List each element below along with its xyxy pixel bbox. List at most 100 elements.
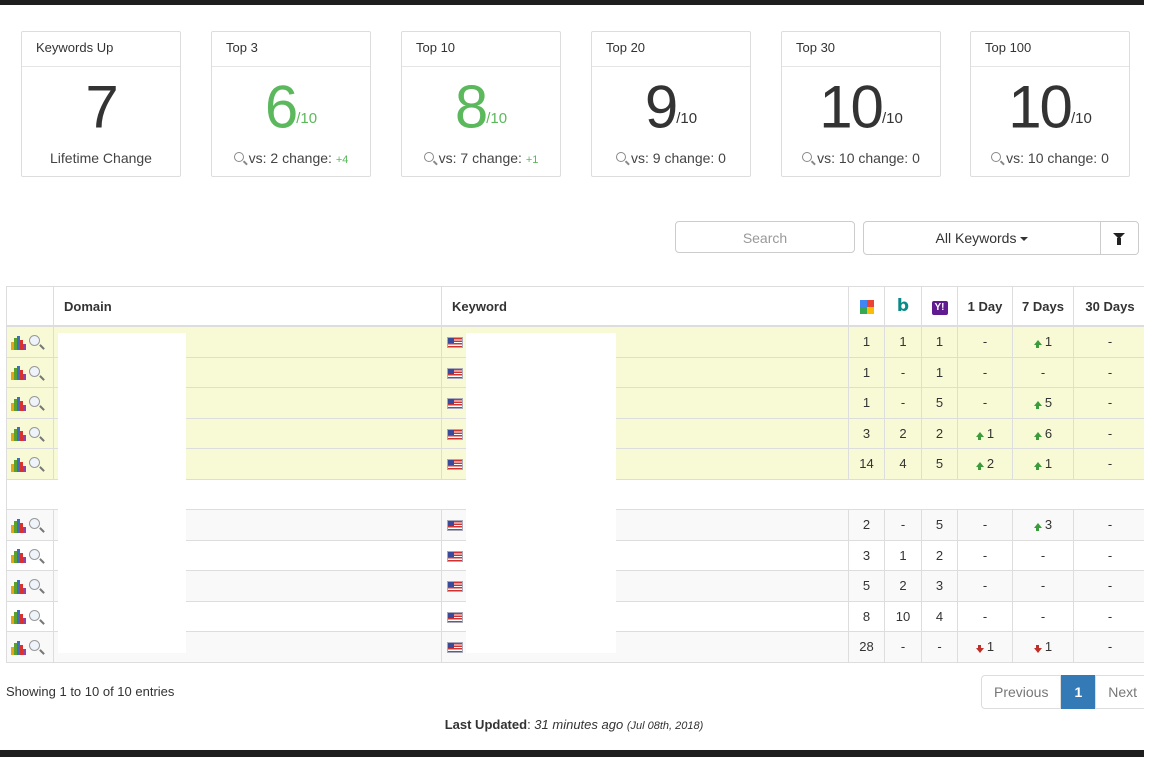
search-icon[interactable] xyxy=(29,457,40,469)
stat-card-denominator: /10 xyxy=(881,110,903,127)
chart-icon[interactable] xyxy=(11,610,27,625)
change-1day-value: 1 xyxy=(986,425,995,441)
search-icon[interactable] xyxy=(29,579,40,591)
last-updated-ago: 31 minutes ago xyxy=(534,717,624,732)
chart-icon[interactable] xyxy=(11,427,27,442)
header-google[interactable] xyxy=(848,286,885,327)
search-icon[interactable] xyxy=(29,365,40,377)
stat-card: Top 30 10/10 vs: 10 change: 0 xyxy=(781,31,941,177)
stat-card-change: +1 xyxy=(525,154,539,166)
arrow-up-icon xyxy=(1033,462,1042,471)
stat-card-value: 9 xyxy=(644,73,678,141)
google-rank: 3 xyxy=(848,417,885,449)
bing-rank: - xyxy=(884,631,922,663)
change-7days-value: 6 xyxy=(1044,425,1053,441)
chart-icon[interactable] xyxy=(11,335,27,350)
chart-icon[interactable] xyxy=(11,549,27,564)
caret-down-icon xyxy=(1020,237,1029,242)
arrow-down-icon xyxy=(1033,645,1042,654)
change-7days: - xyxy=(1012,570,1074,602)
search-icon[interactable] xyxy=(29,640,40,652)
google-rank: 8 xyxy=(848,600,885,632)
search-icon[interactable] xyxy=(29,426,40,438)
change-7days: 3 xyxy=(1012,509,1074,541)
arrow-up-icon xyxy=(1033,401,1042,410)
yahoo-rank: 4 xyxy=(921,600,958,632)
stat-card-value-wrap: 6/10 xyxy=(212,67,370,145)
stat-card-footer: Lifetime Change xyxy=(22,145,180,175)
change-7days: 1 xyxy=(1012,325,1074,358)
next-button[interactable]: Next xyxy=(1095,675,1151,709)
header-1day[interactable]: 1 Day xyxy=(957,286,1013,327)
us-flag-icon xyxy=(447,459,463,471)
us-flag-icon xyxy=(447,428,463,440)
search-icon[interactable] xyxy=(29,548,40,560)
search-icon[interactable] xyxy=(29,396,40,408)
search-input[interactable]: Search xyxy=(675,221,855,253)
chart-icon[interactable] xyxy=(11,579,27,594)
chart-icon[interactable] xyxy=(11,396,27,411)
chart-icon[interactable] xyxy=(11,518,27,533)
yahoo-rank: 5 xyxy=(921,509,958,541)
header-keyword[interactable]: Keyword xyxy=(441,286,849,327)
change-30days: - xyxy=(1073,570,1147,602)
change-1day-value: - xyxy=(982,608,988,624)
search-icon[interactable] xyxy=(29,335,40,347)
stat-card-change: +4 xyxy=(335,154,349,166)
search-icon xyxy=(233,152,244,162)
search-icon[interactable] xyxy=(29,518,40,530)
keyword-filter-dropdown[interactable]: All Keywords xyxy=(863,221,1101,255)
us-flag-icon xyxy=(447,550,463,562)
row-actions xyxy=(6,325,54,358)
stat-card-denominator: /10 xyxy=(296,110,318,127)
filter-button[interactable] xyxy=(1100,221,1139,255)
google-rank: 3 xyxy=(848,539,885,571)
search-icon[interactable] xyxy=(29,609,40,621)
header-domain[interactable]: Domain xyxy=(53,286,442,327)
bing-rank: 4 xyxy=(884,448,922,480)
bing-rank: 1 xyxy=(884,325,922,358)
change-30days: - xyxy=(1073,631,1147,663)
change-7days-value: - xyxy=(1040,608,1046,624)
change-7days-value: - xyxy=(1040,547,1046,563)
header-yahoo[interactable]: Y! xyxy=(921,286,958,327)
header-bing[interactable]: b xyxy=(884,286,922,327)
chart-icon[interactable] xyxy=(11,366,27,381)
change-7days-value: 1 xyxy=(1044,456,1053,472)
change-30days: - xyxy=(1073,448,1147,480)
bing-rank: 1 xyxy=(884,539,922,571)
chart-icon[interactable] xyxy=(11,640,27,655)
arrow-up-icon xyxy=(1033,431,1042,440)
change-1day-value: 2 xyxy=(986,456,995,472)
stat-card-value-wrap: 10/10 xyxy=(782,67,940,145)
chart-icon[interactable] xyxy=(11,457,27,472)
google-rank: 1 xyxy=(848,387,885,419)
row-actions xyxy=(6,448,54,480)
change-7days-value: - xyxy=(1040,578,1046,594)
us-flag-icon xyxy=(447,398,463,410)
bing-rank: - xyxy=(884,356,922,388)
arrow-up-icon xyxy=(975,462,984,471)
change-7days: - xyxy=(1012,539,1074,571)
bing-rank: 10 xyxy=(884,600,922,632)
row-actions xyxy=(6,600,54,632)
arrow-up-icon xyxy=(1033,340,1042,349)
stat-card-title: Keywords Up xyxy=(22,32,180,67)
pagination: Previous 1 Next xyxy=(981,675,1151,709)
change-1day: - xyxy=(957,539,1013,571)
row-actions xyxy=(6,417,54,449)
header-30days[interactable]: 30 Days xyxy=(1073,286,1147,327)
change-30days: - xyxy=(1073,356,1147,388)
us-flag-icon xyxy=(447,520,463,532)
row-actions xyxy=(6,356,54,388)
arrow-up-icon xyxy=(975,431,984,440)
previous-button[interactable]: Previous xyxy=(981,675,1062,709)
header-7days[interactable]: 7 Days xyxy=(1012,286,1074,327)
window-edge xyxy=(1144,0,1154,757)
yahoo-rank: - xyxy=(921,631,958,663)
stat-card-footer-text: vs: 10 change: 0 xyxy=(817,150,920,166)
stat-card-value-wrap: 9/10 xyxy=(592,67,750,145)
stat-card-denominator: /10 xyxy=(676,110,698,127)
page-1-button[interactable]: 1 xyxy=(1061,675,1096,709)
stat-card-footer-text: vs: 9 change: 0 xyxy=(631,150,726,166)
